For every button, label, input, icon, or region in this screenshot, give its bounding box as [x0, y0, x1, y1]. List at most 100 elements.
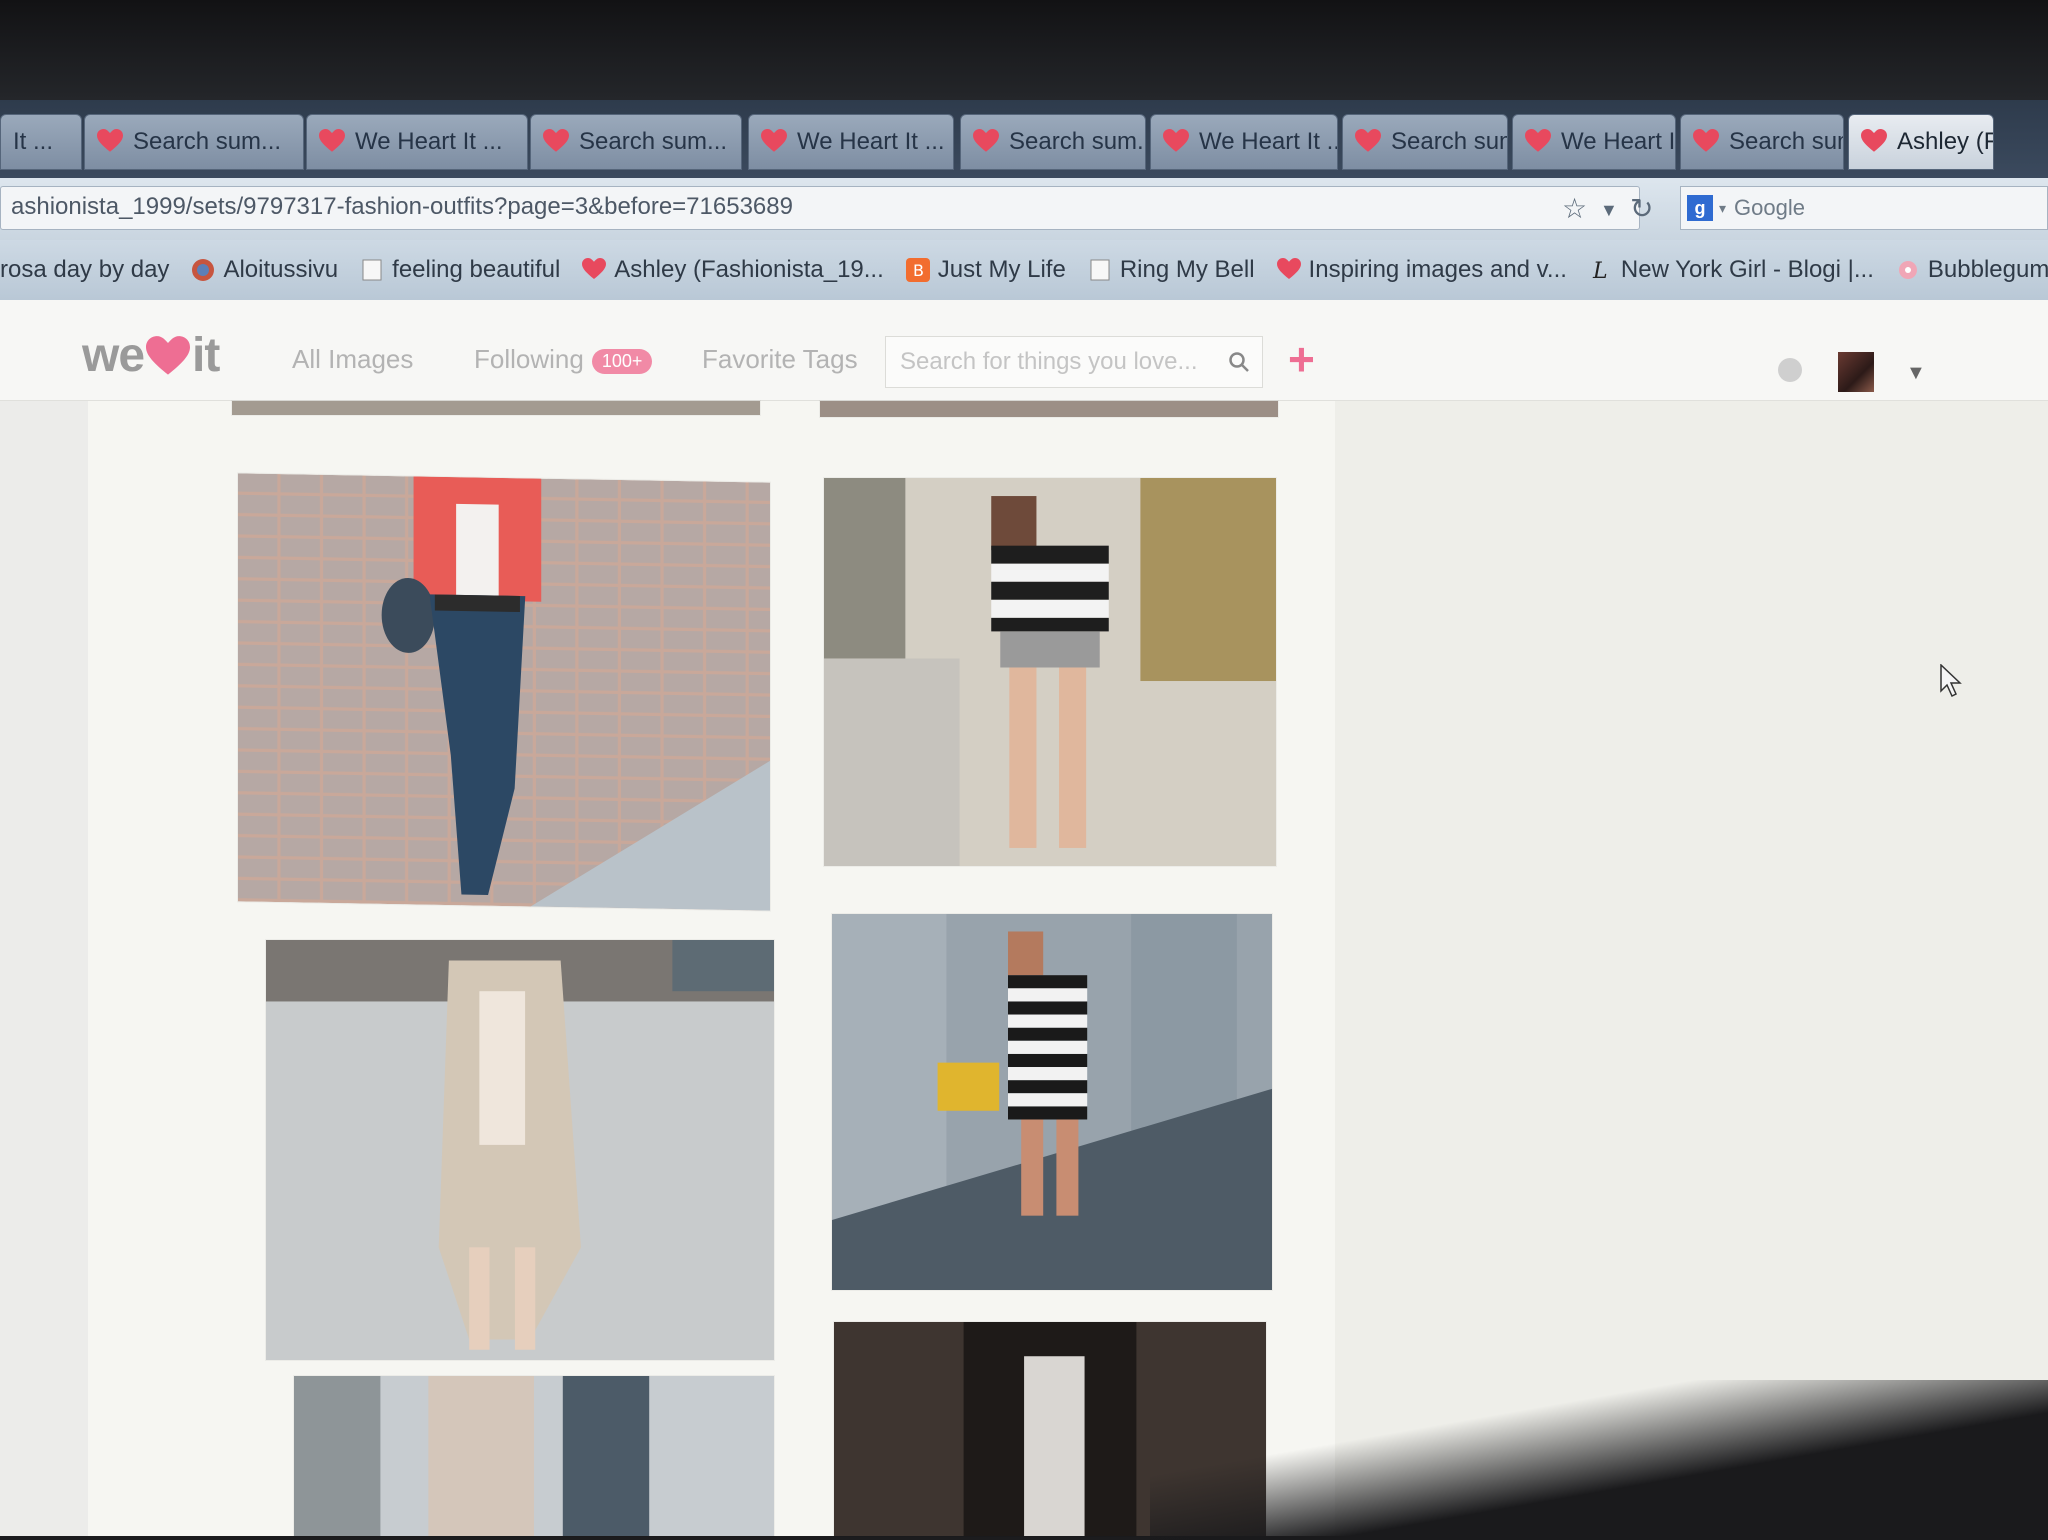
nav-following[interactable]: Following 100+	[474, 344, 653, 375]
l-icon: L	[1589, 258, 1613, 284]
browser-tab[interactable]: We Heart It ...	[748, 114, 954, 170]
image-tile-red-jacket[interactable]	[238, 473, 770, 911]
image-tile-trench-coat[interactable]	[266, 940, 774, 1360]
browser-tab[interactable]: Ashley (F...×	[1848, 114, 1994, 170]
bookmark-label: Ring My Bell	[1119, 256, 1255, 283]
browser-tab[interactable]: Search sum...	[1680, 114, 1844, 170]
following-count-badge: 100+	[591, 348, 653, 374]
tab-label: We Heart It ...	[797, 128, 945, 155]
bookmark-label: Aloitussivu	[223, 256, 339, 283]
nav-favorite-tags[interactable]: Favorite Tags	[702, 344, 858, 375]
bookmarks-bar: rosa day by day Aloitussivu feeling beauti…	[0, 240, 2048, 301]
search-engine-label: Google	[1734, 195, 1805, 220]
svg-text:B: B	[913, 261, 924, 280]
browser-tab[interactable]: We Heart It ...	[306, 114, 528, 170]
site-header: we it All Images Following 100+ Favorite …	[0, 300, 2048, 401]
tab-label: Search sum...	[1391, 128, 1507, 155]
browser-tab[interactable]: We Heart It ...	[1150, 114, 1338, 170]
outfit-photo	[832, 914, 1272, 1290]
browser-tab[interactable]: Search sum...	[960, 114, 1146, 170]
browser-tab[interactable]: Search sum...	[530, 114, 742, 170]
outfit-photo	[294, 1376, 774, 1536]
bookmark-label: New York Girl - Blogi |...	[1620, 256, 1874, 283]
browser-search-box[interactable]: g ▾ Google	[1680, 186, 2048, 230]
tab-label: Search sum...	[1729, 128, 1843, 155]
tab-label: Ashley (F...	[1897, 128, 1994, 155]
heart-icon	[973, 129, 999, 155]
tab-label: Search sum...	[1009, 128, 1146, 155]
tab-label: We Heart It ...	[1199, 128, 1338, 155]
heart-icon	[1861, 129, 1887, 155]
site-search	[885, 336, 1263, 388]
weheartit-logo[interactable]: we it	[82, 328, 220, 383]
engine-dropdown-icon[interactable]: ▾	[1719, 200, 1726, 217]
tab-label: Search sum...	[579, 128, 728, 155]
browser-navigation-bar: ashionista_1999/sets/9797317-fashion-out…	[0, 178, 2048, 241]
tab-label: It ...	[13, 128, 54, 155]
browser-tab[interactable]: Search sum...	[1342, 114, 1508, 170]
blogger-icon: B	[905, 258, 930, 282]
add-image-button[interactable]: +	[1288, 336, 1315, 382]
svg-text:L: L	[1592, 259, 1608, 282]
bookmark-item[interactable]: Inspiring images and v...	[1276, 256, 1567, 284]
globe-icon	[191, 258, 215, 282]
bookmark-item[interactable]: feeling beautiful	[360, 256, 560, 284]
image-tile-striped-top[interactable]	[824, 478, 1276, 866]
outfit-photo	[824, 478, 1276, 866]
logo-text-we: we	[82, 329, 145, 382]
address-bar[interactable]: ashionista_1999/sets/9797317-fashion-out…	[0, 186, 1640, 230]
image-tile-partial-top-left[interactable]	[232, 401, 760, 415]
bookmark-item[interactable]: B Just My Life	[905, 256, 1066, 284]
bookmark-item[interactable]: L New York Girl - Blogi |...	[1589, 256, 1874, 284]
heart-icon	[1525, 129, 1551, 155]
heart-icon	[1693, 129, 1719, 155]
image-tile-partial-top-right[interactable]	[820, 401, 1278, 417]
tab-label: We Heart It ...	[1561, 128, 1676, 155]
settings-icon[interactable]	[1778, 358, 1802, 382]
tab-label: Search sum...	[133, 128, 282, 155]
page-icon	[1088, 258, 1112, 282]
outfit-photo	[266, 940, 774, 1360]
bookmark-item[interactable]: Ashley (Fashionista_19...	[582, 256, 884, 284]
bookmark-label: rosa day by day	[0, 256, 170, 283]
outfit-photo	[238, 473, 770, 911]
heart-icon	[1276, 258, 1301, 282]
search-icon[interactable]	[1228, 351, 1250, 373]
reload-icon[interactable]: ↻	[1630, 192, 1653, 225]
site-search-input[interactable]	[898, 347, 1228, 377]
browser-tab[interactable]: Search sum...	[84, 114, 304, 170]
image-tile-partial-bottom-left[interactable]	[294, 1376, 774, 1536]
browser-tab-strip: It ... Search sum... We Heart It ... Search…	[0, 100, 2048, 178]
browser-tab[interactable]: It ...	[0, 114, 82, 170]
heart-icon	[582, 258, 607, 282]
browser-tab[interactable]: We Heart It ...	[1512, 114, 1676, 170]
star-bookmark-icon[interactable]: ☆	[1562, 192, 1587, 225]
monitor-bezel	[0, 0, 2048, 100]
heart-icon	[1163, 129, 1189, 155]
heart-icon	[543, 129, 569, 155]
bookmark-item[interactable]: rosa day by day	[0, 256, 169, 284]
tab-label: We Heart It ...	[355, 128, 503, 155]
bookmark-label: feeling beautiful	[392, 256, 561, 283]
bookmark-label: Bubblegum Bitch	[1927, 256, 2048, 283]
heart-icon	[319, 129, 345, 155]
bookmark-label: Inspiring images and v...	[1308, 256, 1567, 283]
google-icon: g	[1687, 195, 1713, 221]
logo-text-it: it	[192, 329, 220, 382]
flower-icon	[1896, 258, 1920, 282]
user-avatar[interactable]	[1838, 352, 1874, 392]
heart-logo-icon	[146, 335, 191, 375]
mouse-cursor-icon	[1940, 664, 1962, 698]
heart-icon	[761, 129, 787, 155]
bookmark-item[interactable]: Ring My Bell	[1088, 256, 1255, 284]
heart-icon	[1355, 129, 1381, 155]
bookmark-label: Ashley (Fashionista_19...	[614, 256, 884, 283]
nav-all-images[interactable]: All Images	[292, 344, 413, 375]
image-tile-striped-dress[interactable]	[832, 914, 1272, 1290]
dropdown-arrow-icon[interactable]: ▼	[1600, 200, 1618, 221]
page-icon	[360, 258, 384, 282]
bookmark-item[interactable]: Aloitussivu	[191, 256, 338, 284]
nav-following-label: Following	[474, 344, 584, 374]
user-menu-caret-icon[interactable]: ▼	[1906, 362, 1926, 385]
bookmark-item[interactable]: Bubblegum Bitch	[1896, 256, 2048, 284]
